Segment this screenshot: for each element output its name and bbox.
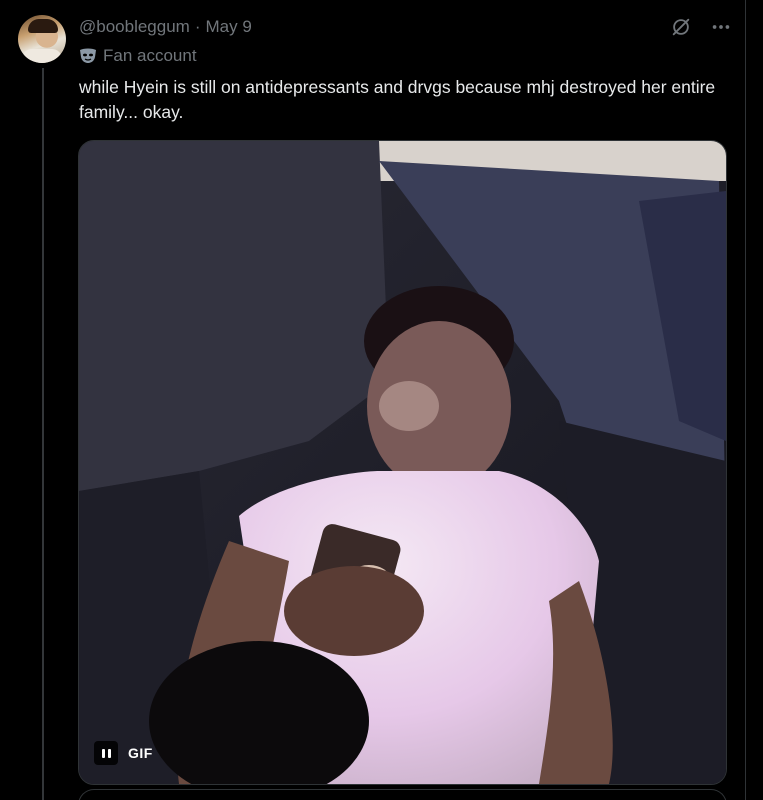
avatar[interactable] bbox=[18, 15, 66, 63]
gif-media[interactable] bbox=[78, 140, 727, 785]
more-icon[interactable] bbox=[708, 14, 734, 40]
pause-icon[interactable] bbox=[94, 741, 118, 765]
grok-icon[interactable] bbox=[668, 14, 694, 40]
column-divider bbox=[745, 0, 746, 800]
tweet-date[interactable]: May 9 bbox=[206, 17, 252, 37]
tweet-actions-top bbox=[668, 14, 734, 40]
account-label[interactable]: Fan account bbox=[79, 46, 197, 66]
next-card-edge bbox=[78, 789, 727, 800]
mask-icon bbox=[79, 47, 97, 65]
tweet-header: @boobleggum · May 9 bbox=[79, 15, 252, 39]
account-label-text: Fan account bbox=[103, 46, 197, 65]
gif-controls: GIF bbox=[94, 741, 153, 765]
user-handle[interactable]: @boobleggum bbox=[79, 17, 190, 37]
gif-badge: GIF bbox=[128, 745, 153, 761]
tweet-page: @boobleggum · May 9 Fan account while Hy… bbox=[0, 0, 763, 800]
gif-frame bbox=[79, 141, 726, 784]
tweet-text: while Hyein is still on antidepressants … bbox=[79, 77, 721, 122]
thread-line bbox=[42, 68, 44, 800]
header-separator: · bbox=[194, 17, 201, 36]
